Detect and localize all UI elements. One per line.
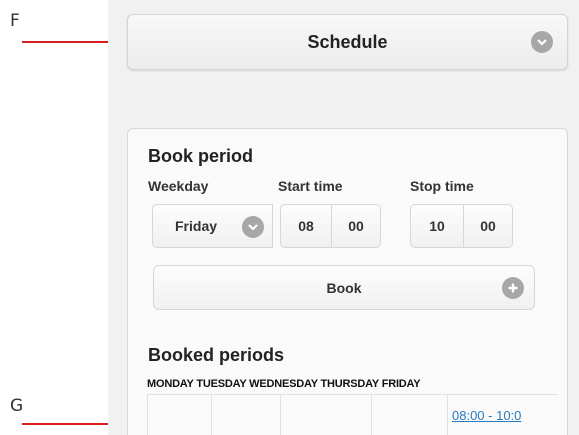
stop-minute-value: 00 bbox=[480, 218, 496, 234]
stop-hour-field[interactable]: 10 bbox=[410, 204, 464, 248]
column-divider bbox=[211, 394, 212, 435]
start-minute-field[interactable]: 00 bbox=[331, 204, 381, 248]
chevron-down-icon bbox=[531, 31, 553, 53]
booked-periods-heading: Booked periods bbox=[148, 345, 285, 365]
column-divider bbox=[371, 394, 372, 435]
column-divider bbox=[280, 394, 281, 435]
weekday-columns-header: MONDAY TUESDAY WEDNESDAY THURSDAY FRIDAY bbox=[147, 378, 421, 390]
column-thursday: THURSDAY bbox=[320, 378, 380, 390]
column-tuesday: TUESDAY bbox=[196, 378, 247, 390]
column-divider bbox=[447, 394, 448, 435]
table-row-divider bbox=[147, 394, 558, 395]
start-hour-value: 08 bbox=[298, 218, 314, 234]
column-monday: MONDAY bbox=[147, 378, 194, 390]
schedule-label: Schedule bbox=[307, 31, 388, 52]
annotation-letter-f: F bbox=[10, 11, 20, 31]
plus-icon bbox=[502, 277, 524, 299]
column-divider bbox=[147, 394, 148, 435]
weekday-label: Weekday bbox=[148, 178, 209, 194]
booked-period-link-friday[interactable]: 08:00 - 10:0 bbox=[452, 408, 521, 423]
column-wednesday: WEDNESDAY bbox=[249, 378, 318, 390]
start-time-label: Start time bbox=[278, 178, 343, 194]
stop-hour-value: 10 bbox=[429, 218, 445, 234]
start-minute-value: 00 bbox=[348, 218, 364, 234]
book-button[interactable]: Book bbox=[153, 265, 535, 310]
start-hour-field[interactable]: 08 bbox=[280, 204, 332, 248]
chevron-down-icon bbox=[242, 216, 264, 238]
annotation-letter-g: G bbox=[10, 396, 24, 416]
column-friday: FRIDAY bbox=[381, 378, 421, 390]
weekday-select[interactable]: Friday bbox=[152, 204, 273, 248]
stop-minute-field[interactable]: 00 bbox=[463, 204, 513, 248]
book-label: Book bbox=[326, 279, 362, 296]
book-period-heading: Book period bbox=[148, 146, 254, 166]
schedule-button[interactable]: Schedule bbox=[127, 14, 568, 70]
weekday-value: Friday bbox=[175, 218, 218, 234]
stop-time-label: Stop time bbox=[410, 178, 474, 194]
